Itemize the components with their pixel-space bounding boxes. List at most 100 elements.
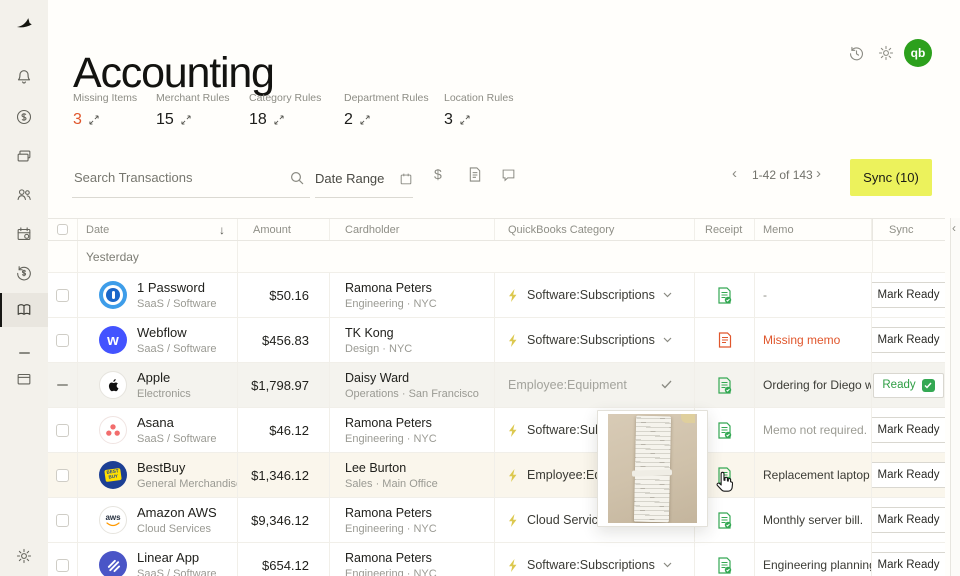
receipt-attached-icon[interactable] [717, 557, 732, 574]
merchant-logo-webflow: w [99, 326, 127, 354]
merchant-name: 1 Password [137, 280, 217, 295]
book-icon[interactable] [0, 295, 48, 325]
settings-gear-icon[interactable] [878, 45, 894, 61]
merchant-logo-asana [99, 416, 127, 444]
memo-cell[interactable]: Memo not required. [755, 408, 872, 452]
amount-filter-icon[interactable]: $ [434, 166, 442, 182]
auto-rule-bolt-icon [508, 469, 519, 482]
merchant-name: Asana [137, 415, 217, 430]
category-select[interactable]: Software:Subscriptions [495, 543, 695, 576]
row-checkbox[interactable] [56, 289, 69, 302]
receipt-attached-icon[interactable] [717, 377, 732, 394]
table-header-row: Date↓ Amount Cardholder QuickBooks Categ… [48, 218, 945, 241]
merchant-type: SaaS / Software [137, 298, 217, 310]
pagination-next-icon[interactable]: › [816, 166, 821, 181]
stat-department-rules[interactable]: Department Rules 2 [344, 92, 429, 129]
header-category[interactable]: QuickBooks Category [495, 219, 695, 240]
receipt-filter-icon[interactable] [468, 167, 482, 182]
merchant-logo-apple [99, 371, 127, 399]
stat-category-rules[interactable]: Category Rules 18 [249, 92, 321, 129]
mark-ready-button[interactable]: Mark Ready [872, 327, 945, 353]
search-input[interactable] [72, 169, 281, 186]
row-checkbox[interactable] [56, 514, 69, 527]
category-select[interactable]: Software:Subscriptions [495, 273, 695, 317]
app-logo[interactable] [0, 8, 48, 38]
hand-cursor [714, 471, 733, 493]
cardholder-name: TK Kong [345, 326, 412, 340]
collapse-panel-icon[interactable]: ‹ [952, 221, 956, 235]
receipt-attached-icon[interactable] [717, 512, 732, 529]
memo-cell[interactable]: - [755, 273, 872, 317]
row-checkbox[interactable] [56, 334, 69, 347]
mark-ready-button[interactable]: Mark Ready [872, 507, 945, 533]
cards-icon[interactable] [0, 141, 48, 171]
date-range-filter[interactable]: Date Range [315, 160, 413, 198]
header-memo[interactable]: Memo [755, 219, 872, 240]
mark-ready-button[interactable]: Mark Ready [872, 282, 945, 308]
dollar-circle-icon[interactable] [0, 102, 48, 132]
memo-cell[interactable]: Engineering planning soft [755, 543, 872, 576]
stat-missing-items[interactable]: Missing Items 3 [73, 92, 137, 129]
mark-ready-button[interactable]: Mark Ready [872, 552, 945, 576]
date-group-label: Yesterday [86, 250, 139, 264]
memo-cell[interactable]: Ordering for Diego who's [755, 363, 872, 407]
stat-location-rules[interactable]: Location Rules 3 [444, 92, 513, 129]
header-amount[interactable]: Amount [238, 219, 330, 240]
sort-desc-icon: ↓ [219, 223, 225, 237]
select-all-checkbox[interactable] [57, 224, 68, 235]
people-icon[interactable] [0, 180, 48, 210]
search-icon [290, 171, 304, 185]
cardholder-detail: Design · NYC [345, 343, 412, 355]
mark-ready-button[interactable]: Mark Ready [872, 417, 945, 443]
cardholder-name: Daisy Ward [345, 371, 479, 385]
table-row: BESTBUY BestBuyGeneral Merchandise $1,34… [48, 453, 945, 498]
receipt-missing-icon[interactable] [718, 332, 732, 348]
cardholder-detail: Engineering · NYC [345, 433, 437, 445]
header-cardholder[interactable]: Cardholder [330, 219, 495, 240]
memo-cell[interactable]: Replacement laptop purc [755, 453, 872, 497]
quickbooks-logo[interactable]: qb [904, 39, 932, 67]
memo-filter-icon[interactable] [501, 168, 516, 182]
merchant-name: BestBuy [137, 460, 237, 475]
mark-ready-button[interactable]: Mark Ready [872, 462, 945, 488]
category-select[interactable]: Software:Subscriptions [495, 318, 695, 362]
merchant-type: Electronics [137, 388, 191, 400]
ready-button[interactable]: Ready [873, 373, 943, 398]
header-receipt[interactable]: Receipt [695, 219, 755, 240]
row-checkbox[interactable] [56, 469, 69, 482]
table-row: AppleElectronics $1,798.97 Daisy WardOpe… [48, 363, 945, 408]
cardholder-detail: Operations · San Francisco [345, 388, 479, 400]
table-row: 1 PasswordSaaS / Software $50.16 Ramona … [48, 273, 945, 318]
pagination-prev-icon[interactable]: ‹ [732, 166, 737, 181]
expand-icon [460, 115, 470, 125]
memo-cell[interactable]: Monthly server bill. [755, 498, 872, 542]
table-row: Linear AppSaaS / Software $654.12 Ramona… [48, 543, 945, 576]
merchant-type: Cloud Services [137, 523, 217, 535]
category-select[interactable]: Employee:Equipment [495, 363, 695, 407]
header-date[interactable]: Date↓ [78, 219, 238, 240]
row-checkbox[interactable] [56, 559, 69, 572]
stat-merchant-rules[interactable]: Merchant Rules 15 [156, 92, 230, 129]
amount-cell: $50.16 [238, 273, 330, 317]
settings-gear-icon[interactable] [0, 541, 48, 571]
sync-history-icon[interactable] [848, 45, 865, 62]
row-dash-indicator[interactable] [57, 384, 68, 386]
receipt-attached-icon[interactable] [717, 287, 732, 304]
header-sync[interactable]: Sync [872, 219, 945, 240]
cardholder-detail: Engineering · NYC [345, 568, 437, 576]
merchant-logo-linear [99, 551, 127, 576]
calendar-icon[interactable] [0, 219, 48, 249]
chevron-down-icon [663, 292, 672, 298]
auto-rule-bolt-icon [508, 559, 519, 572]
window-icon[interactable] [0, 364, 48, 394]
history-dollar-icon[interactable] [0, 258, 48, 288]
bell-icon[interactable] [0, 62, 48, 92]
merchant-logo-bestbuy: BESTBUY [99, 461, 127, 489]
memo-cell[interactable]: Missing memo [755, 318, 872, 362]
row-checkbox[interactable] [56, 424, 69, 437]
date-group-row: Yesterday [48, 241, 945, 273]
merchant-type: SaaS / Software [137, 433, 217, 445]
merchant-logo-aws: aws [99, 506, 127, 534]
receipt-attached-icon[interactable] [717, 422, 732, 439]
sync-button[interactable]: Sync (10) [850, 159, 932, 196]
